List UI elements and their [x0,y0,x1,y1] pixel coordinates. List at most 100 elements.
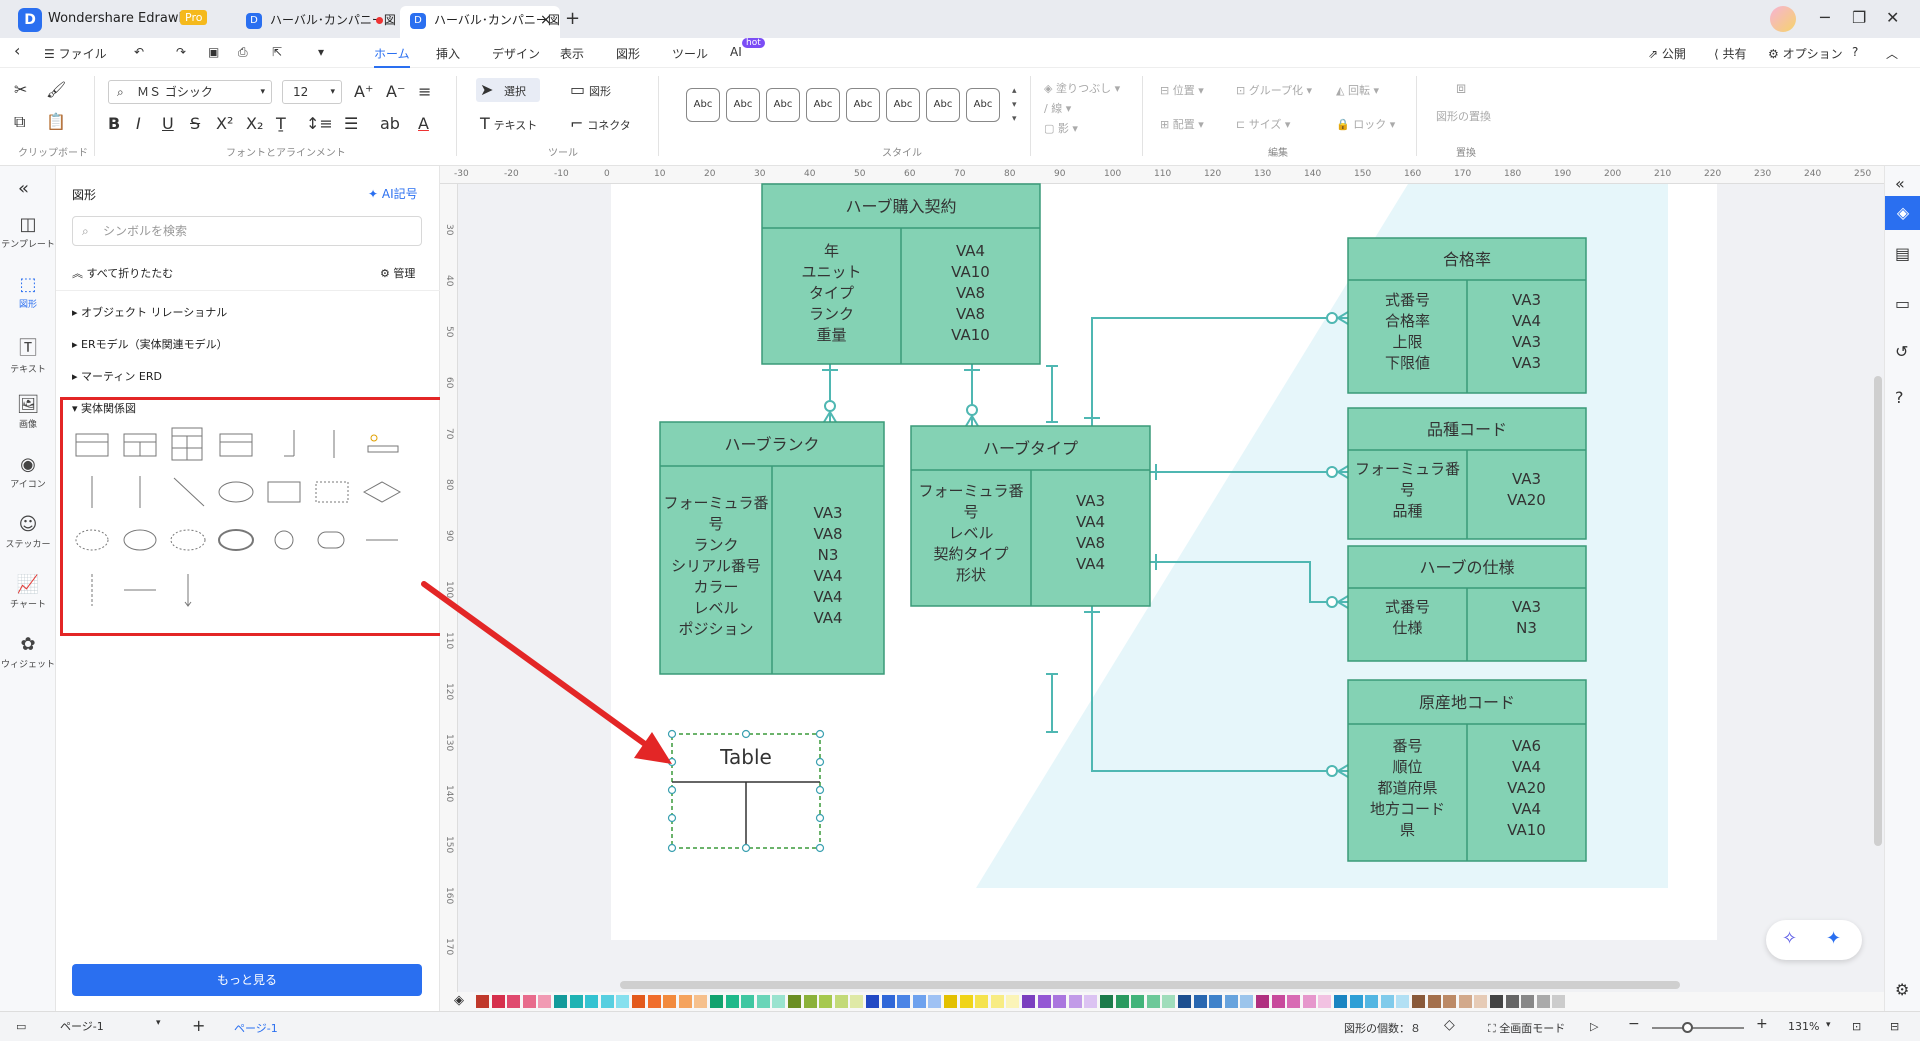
color-swatch[interactable] [850,995,864,1008]
color-swatch[interactable] [944,995,957,1008]
color-swatch[interactable] [600,995,614,1008]
color-swatch[interactable] [694,995,708,1008]
zoom-slider-handle[interactable] [1682,1022,1693,1033]
page-tab[interactable]: ページ-1 [234,1020,278,1036]
chevron-down-icon[interactable]: ▾ [1826,1020,1831,1030]
help-circle-icon[interactable]: ? [1895,388,1904,407]
layers-icon[interactable]: ◇ [1444,1017,1455,1033]
color-swatch[interactable] [1552,995,1566,1008]
color-swatch[interactable] [1505,995,1519,1008]
color-swatch[interactable] [1224,995,1238,1008]
color-swatch[interactable] [1490,995,1503,1008]
color-swatch[interactable] [1068,995,1082,1008]
page-view-icon[interactable]: ▭ [16,1020,26,1033]
page-panel-icon[interactable]: ▤ [1895,244,1910,263]
presentation-icon[interactable]: ▭ [1895,294,1910,313]
color-swatch[interactable] [772,995,786,1008]
color-swatch[interactable] [1443,995,1457,1008]
fullscreen-button[interactable]: ⛶ 全画面モード [1488,1020,1565,1036]
expand-panel-icon[interactable]: « [1895,174,1905,193]
color-swatch[interactable] [834,995,848,1008]
color-swatch[interactable] [663,995,677,1008]
color-swatch[interactable] [1302,995,1316,1008]
page-select[interactable]: ページ-1 ▾ [60,1018,170,1036]
color-swatch[interactable] [881,995,895,1008]
zoom-out-icon[interactable]: − [1628,1016,1640,1032]
color-swatch[interactable] [819,995,833,1008]
color-swatch[interactable] [522,995,536,1008]
color-swatch[interactable] [1287,995,1301,1008]
entity-herb-type[interactable]: ハーブタイプフォーミュラ番号レベル契約タイプ形状 VA3 VA4 VA8 VA4 [910,425,1151,607]
color-swatch[interactable] [1240,995,1254,1008]
entity-variety-code[interactable]: 品種コードフォーミュラ番号品種 VA3 VA20 [1347,407,1587,540]
color-swatch[interactable] [1115,995,1129,1008]
color-swatch[interactable] [897,995,911,1008]
zoom-slider[interactable] [1652,1022,1744,1033]
color-swatch[interactable] [1521,995,1535,1008]
color-swatch[interactable] [1318,995,1332,1008]
color-swatch[interactable] [1458,995,1472,1008]
entity-herb-rank[interactable]: ハーブランクフォーミュラ番号ランクシリアル番号カラーレベルポジション VA3 VA8… [659,421,885,675]
color-swatch[interactable] [1365,995,1379,1008]
fit-page-icon[interactable]: ⊡ [1852,1020,1861,1033]
color-swatch[interactable] [647,995,661,1008]
color-swatch[interactable] [756,995,770,1008]
fit-width-icon[interactable]: ⊟ [1890,1020,1899,1033]
fill-bucket-icon[interactable]: ◈ [454,993,464,1008]
add-page-button[interactable]: + [192,1016,205,1035]
color-swatch[interactable] [1037,995,1051,1008]
color-swatch[interactable] [710,995,723,1008]
color-swatch[interactable] [1131,995,1145,1008]
color-swatch[interactable] [1053,995,1067,1008]
color-swatch[interactable] [554,995,567,1008]
entity-herb-purchase[interactable]: ハーブ購入契約年ユニットタイプランク重量 VA4 VA10 VA8 VA8 VA10 [761,183,1041,365]
color-swatch[interactable] [990,995,1004,1008]
play-icon[interactable]: ▷ [1590,1020,1598,1033]
color-swatch[interactable] [678,995,692,1008]
settings-gear-icon[interactable]: ⚙ [1895,980,1909,999]
color-swatch[interactable] [1084,995,1098,1008]
color-swatch[interactable] [1006,995,1020,1008]
color-swatch[interactable] [866,995,879,1008]
color-swatch[interactable] [928,995,942,1008]
color-swatch[interactable] [1146,995,1160,1008]
ai-sparkle-icon[interactable]: ✦ [1826,928,1841,949]
color-swatch[interactable] [1334,995,1347,1008]
zoom-in-icon[interactable]: + [1756,1016,1768,1032]
style-panel-icon[interactable]: ◈ [1885,196,1920,230]
color-swatch[interactable] [1474,995,1488,1008]
color-swatch[interactable] [1536,995,1550,1008]
color-swatch[interactable] [1209,995,1223,1008]
color-swatch[interactable] [1178,995,1191,1008]
zoom-level[interactable]: 131% [1788,1020,1819,1033]
color-swatch[interactable] [741,995,755,1008]
color-swatch[interactable] [725,995,739,1008]
horizontal-scrollbar[interactable] [620,981,1680,989]
color-swatch[interactable] [585,995,599,1008]
ai-magic-icon[interactable]: ✧ [1782,928,1797,949]
history-icon[interactable]: ↺ [1895,342,1908,361]
entity-pass-rate[interactable]: 合格率式番号合格率上限下限値VA3VA4VA3VA3 [1347,237,1587,394]
color-swatch[interactable] [616,995,630,1008]
color-swatch[interactable] [1256,995,1269,1008]
color-swatch[interactable] [1271,995,1285,1008]
color-swatch[interactable] [1349,995,1363,1008]
color-swatch[interactable] [1396,995,1410,1008]
new-table-shape[interactable]: Table [667,729,825,853]
color-swatch[interactable] [975,995,989,1008]
color-swatch[interactable] [1412,995,1425,1008]
color-swatch[interactable] [476,995,489,1008]
entity-origin-code[interactable]: 原産地コード番号順位都道府県地方コード県 VA6 VA4 VA20 VA4 VA10 [1347,679,1587,862]
color-swatch[interactable] [491,995,505,1008]
color-swatch[interactable] [507,995,521,1008]
color-swatch[interactable] [788,995,801,1008]
entity-herb-spec[interactable]: ハーブの仕様式番号仕様 VA3 N3 [1347,545,1587,662]
color-swatch[interactable] [912,995,926,1008]
color-swatch[interactable] [1427,995,1441,1008]
color-swatch[interactable] [538,995,552,1008]
color-swatch[interactable] [1162,995,1176,1008]
color-swatch[interactable] [959,995,973,1008]
color-swatch[interactable] [1022,995,1035,1008]
vertical-scrollbar[interactable] [1874,376,1882,846]
color-swatch[interactable] [1193,995,1207,1008]
